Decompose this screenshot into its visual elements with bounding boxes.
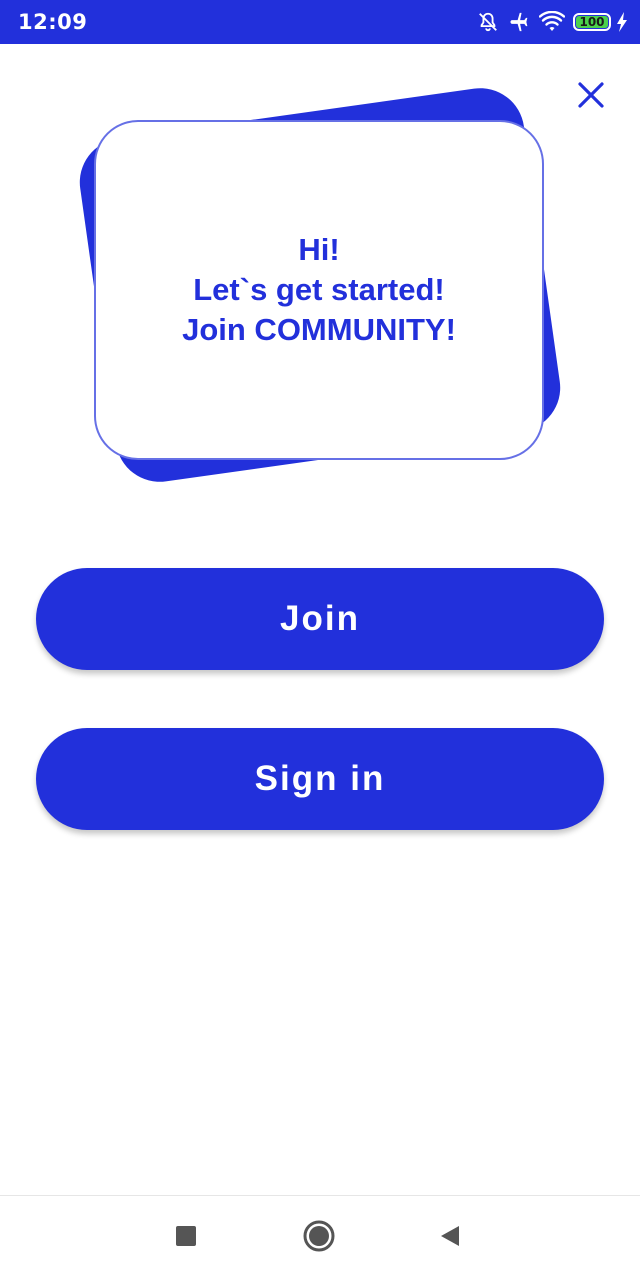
system-nav-bar <box>0 1195 640 1280</box>
welcome-card: Hi! Let`s get started! Join COMMUNITY! <box>94 120 544 460</box>
sign-in-button-label: Sign in <box>254 759 386 798</box>
back-button[interactable] <box>428 1214 472 1258</box>
recents-icon <box>176 1226 196 1246</box>
battery-body: 100 <box>573 13 611 31</box>
status-time: 12:09 <box>18 10 88 34</box>
join-button[interactable]: Join <box>36 568 604 670</box>
welcome-cta-text: Join COMMUNITY! <box>182 312 456 347</box>
battery-icon: 100 <box>573 13 611 31</box>
silent-icon <box>477 11 499 33</box>
recents-button[interactable] <box>164 1214 208 1258</box>
close-icon <box>578 82 604 108</box>
battery-level: 100 <box>579 15 605 29</box>
back-icon <box>441 1226 459 1246</box>
sign-in-button[interactable]: Sign in <box>36 728 604 830</box>
wifi-icon <box>539 11 565 33</box>
status-bar: 12:09 100 <box>0 0 640 44</box>
charging-icon <box>616 11 628 33</box>
home-icon <box>303 1220 335 1252</box>
status-icons: 100 <box>477 9 628 35</box>
join-button-label: Join <box>280 599 360 638</box>
welcome-subtitle: Let`s get started! <box>193 272 445 307</box>
airplane-icon <box>507 11 531 33</box>
welcome-screen: 12:09 100 Hi! Let`s get started! Join CO… <box>0 0 640 1280</box>
close-button[interactable] <box>570 74 612 116</box>
welcome-greeting: Hi! <box>298 232 340 267</box>
home-button[interactable] <box>297 1214 341 1258</box>
